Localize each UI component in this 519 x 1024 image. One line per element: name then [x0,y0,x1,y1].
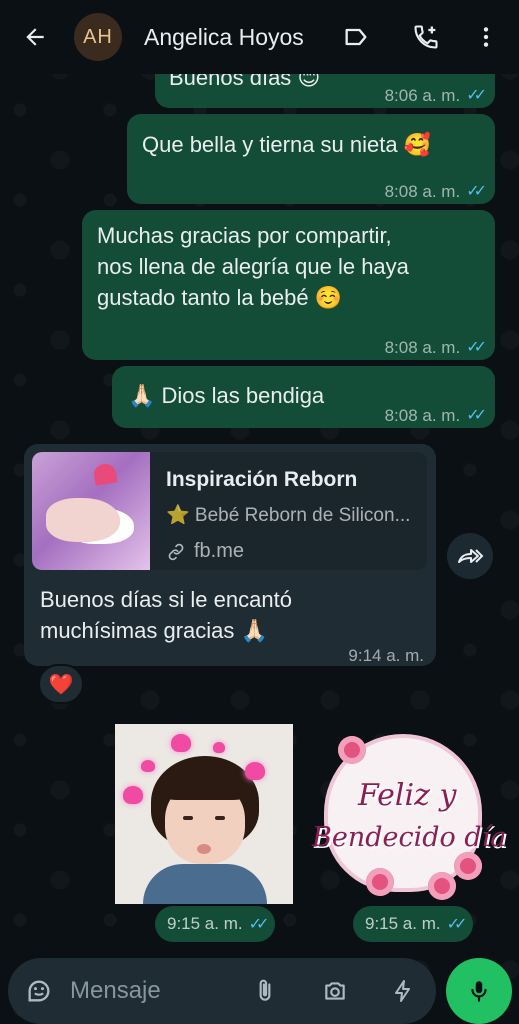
camera-button[interactable] [314,958,356,1024]
message-text: Que bella y tierna su nieta 🥰 [142,132,432,157]
voice-message-button[interactable] [446,958,512,1024]
attach-icon [259,979,271,1001]
forward-icon [458,549,484,563]
more-vert-icon [483,27,489,47]
message-bubble[interactable]: 🙏🏻 Dios las bendiga 8:08 a. m. ✓✓ [112,366,495,428]
message-bubble[interactable]: Que bella y tierna su nieta 🥰 8:08 a. m.… [127,114,495,204]
heart-sticker-icon [213,742,225,753]
heart-sticker-icon [171,734,191,752]
kid-eye [215,816,225,820]
link-preview[interactable]: Inspiración Reborn ⭐ Bebé Reborn de Sili… [32,452,427,570]
link-preview-title: Inspiración Reborn [166,468,358,491]
read-ticks-icon: ✓✓ [466,87,487,104]
card-text-line: Feliz y [358,778,457,813]
message-meta: 9:14 a. m. [348,640,424,671]
link-icon [168,543,184,560]
message-text: Buenos días 😊 [169,74,321,90]
baby-image [46,498,120,542]
chat-header: AH Angelica Hoyos [0,0,519,74]
message-line: gustado tanto la bebé ☺️ [97,285,343,310]
message-text: Buenos días si le encantó muchísimas gra… [40,584,292,646]
heart-sticker-icon [123,786,143,804]
label-icon [345,28,367,46]
message-time: 8:06 a. m. [384,86,461,105]
add-call-icon [414,25,438,49]
message-meta: 8:06 a. m. ✓✓ [384,80,487,111]
message-bubble[interactable]: Buenos días 😊 8:06 a. m. ✓✓ [155,74,495,108]
message-input-bar [8,958,436,1024]
message-text: Muchas gracias por compartir, nos llena … [97,220,409,313]
sticker-time-chip: 9:15 a. m. ✓✓ [155,906,276,942]
message-line: Buenos días si le encantó [40,587,292,612]
sticker-time-chip: 9:15 a. m. ✓✓ [353,906,474,942]
message-line: nos llena de alegría que le haya [97,254,409,279]
label-button[interactable] [334,0,378,74]
more-options-button[interactable] [464,0,508,74]
rose-decoration [366,868,394,896]
message-time: 9:15 a. m. [365,914,441,933]
read-ticks-icon: ✓✓ [466,183,487,200]
bolt-icon [395,980,410,1002]
sticker-kid-photo[interactable] [115,724,293,904]
link-preview-url: fb.me [166,536,244,567]
heart-sticker-icon [245,762,265,780]
message-line: Muchas gracias por compartir, [97,223,392,248]
sticker-greeting-card[interactable]: Feliz y Bendecido día [308,732,507,902]
rose-decoration [338,736,366,764]
reaction-emoji: ❤️ [48,673,74,696]
message-time: 8:08 a. m. [384,406,461,425]
forward-button[interactable] [447,533,493,579]
message-input[interactable] [70,958,240,1024]
link-preview-thumbnail [32,452,150,570]
message-text: 🙏🏻 Dios las bendiga [128,383,325,408]
heart-sticker-icon [141,760,155,772]
camera-icon [325,982,345,1000]
read-ticks-icon: ✓✓ [466,339,487,356]
read-ticks-icon: ✓✓ [248,916,270,933]
kid-bangs [159,764,251,800]
add-call-button[interactable] [404,0,448,74]
read-ticks-icon: ✓✓ [466,407,487,424]
message-line: muchísimas gracias 🙏🏻 [40,618,268,643]
back-button[interactable] [10,0,60,74]
card-text-line: Bendecido día [312,822,507,853]
read-ticks-icon: ✓✓ [446,916,468,933]
message-time: 9:14 a. m. [348,646,424,665]
message-bubble[interactable]: Muchas gracias por compartir, nos llena … [82,210,495,360]
message-bubble-incoming[interactable]: Inspiración Reborn ⭐ Bebé Reborn de Sili… [24,444,436,666]
message-list[interactable]: Buenos días 😊 8:06 a. m. ✓✓ Que bella y … [0,74,519,944]
sticker-button[interactable] [18,958,60,1024]
rose-decoration [454,852,482,880]
link-domain: fb.me [194,540,245,562]
sticker-icon [28,980,50,1002]
kid-lips [197,844,211,854]
rose-decoration [428,872,456,900]
kid-shirt [143,864,267,904]
message-meta: 8:08 a. m. ✓✓ [384,400,487,431]
quick-action-button[interactable] [382,958,424,1024]
link-preview-description: ⭐ Bebé Reborn de Silicon... [166,505,411,526]
attach-button[interactable] [244,958,286,1024]
back-arrow-icon [26,28,44,46]
contact-name[interactable]: Angelica Hoyos [144,24,324,51]
message-time: 8:08 a. m. [384,182,461,201]
avatar[interactable]: AH [74,13,122,61]
message-time: 8:08 a. m. [384,338,461,357]
mic-icon [471,981,487,1002]
heart-decoration [92,462,118,486]
message-time: 9:15 a. m. [167,914,243,933]
kid-eye [183,816,193,820]
message-reaction[interactable]: ❤️ [38,664,84,704]
message-meta: 8:08 a. m. ✓✓ [384,332,487,363]
message-meta: 8:08 a. m. ✓✓ [384,176,487,207]
